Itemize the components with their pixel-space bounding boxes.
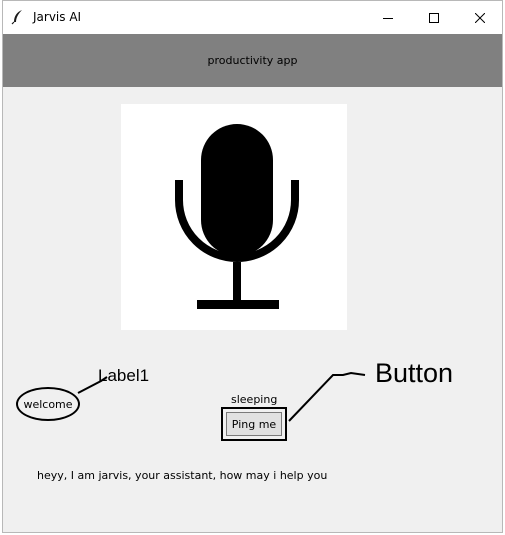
feather-icon — [11, 9, 25, 25]
minimize-icon — [383, 13, 393, 23]
close-icon — [475, 12, 485, 23]
ping-button-highlight: Ping me — [221, 407, 287, 441]
status-label: sleeping — [231, 393, 278, 406]
maximize-icon — [429, 12, 439, 23]
annotation-line-button — [288, 371, 366, 422]
header-text: productivity app — [207, 54, 298, 67]
ping-button[interactable]: Ping me — [226, 412, 282, 436]
welcome-label: welcome — [16, 387, 80, 421]
header-bar: productivity app — [3, 34, 502, 87]
close-button[interactable] — [457, 1, 503, 34]
minimize-button[interactable] — [365, 1, 411, 34]
welcome-text: welcome — [23, 397, 73, 411]
annotation-button: Button — [375, 358, 454, 388]
app-window: Jarvis AI productivity app welcome Label… — [2, 0, 503, 533]
annotation-label1: Label1 — [98, 366, 150, 385]
title-bar[interactable]: Jarvis AI — [3, 1, 502, 34]
assistant-message: heyy, I am jarvis, your assistant, how m… — [37, 469, 328, 482]
maximize-button[interactable] — [411, 1, 457, 34]
microphone-image[interactable] — [121, 104, 347, 330]
microphone-icon — [175, 124, 299, 309]
window-title: Jarvis AI — [33, 10, 82, 24]
